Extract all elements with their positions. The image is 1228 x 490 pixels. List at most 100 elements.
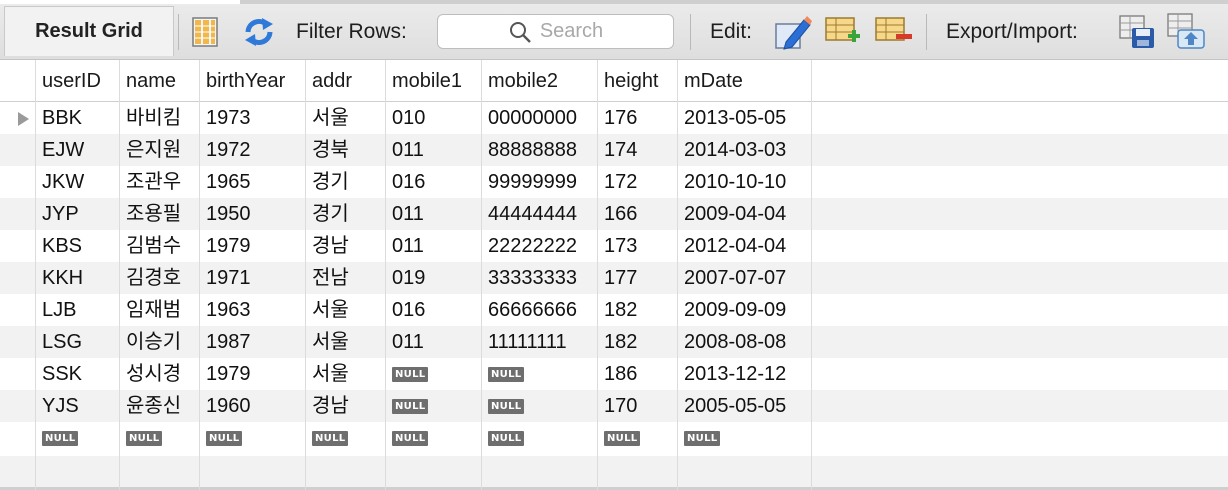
table-cell-addr[interactable]: 서울	[312, 102, 349, 134]
table-cell-birthYear[interactable]: 1972	[206, 134, 251, 166]
table-cell-name[interactable]: 김경호	[126, 262, 181, 294]
table-cell-height[interactable]: 177	[604, 262, 637, 294]
table-cell-mobile2[interactable]: 00000000	[488, 102, 577, 134]
column-header-addr[interactable]: addr	[312, 60, 352, 102]
table-cell-mDate[interactable]: 2010-10-10	[684, 166, 786, 198]
table-cell-birthYear[interactable]: 1963	[206, 294, 251, 326]
table-cell-birthYear[interactable]: 1965	[206, 166, 251, 198]
table-cell-userID[interactable]: LJB	[42, 294, 76, 326]
table-cell-addr[interactable]: 서울	[312, 326, 349, 358]
table-cell-addr[interactable]: 서울	[312, 358, 349, 390]
table-cell-addr[interactable]: 경북	[312, 134, 349, 166]
delete-row-icon[interactable]	[874, 16, 914, 48]
table-cell-userID[interactable]: LSG	[42, 326, 82, 358]
table-cell-mDate[interactable]: 2008-08-08	[684, 326, 786, 358]
table-cell-birthYear[interactable]: 1979	[206, 230, 251, 262]
null-cell[interactable]: NULL	[488, 422, 525, 454]
table-cell-mDate[interactable]: 2007-07-07	[684, 262, 786, 294]
null-cell[interactable]: NULL	[126, 422, 163, 454]
table-cell-mobile2[interactable]: 33333333	[488, 262, 577, 294]
table-cell-mobile2[interactable]: 88888888	[488, 134, 577, 166]
table-cell-name[interactable]: 조용필	[126, 198, 181, 230]
table-row[interactable]: YJS 윤종신 1960 경남 NULL NULL 170 2005-05-05	[0, 390, 1228, 422]
table-cell-mobile2[interactable]: 22222222	[488, 230, 577, 262]
table-cell-name[interactable]: 조관우	[126, 166, 181, 198]
table-cell-userID[interactable]: SSK	[42, 358, 82, 390]
table-cell-birthYear[interactable]: 1973	[206, 102, 251, 134]
table-cell-mDate[interactable]: 2013-05-05	[684, 102, 786, 134]
table-cell-name[interactable]: 이승기	[126, 326, 181, 358]
null-cell[interactable]: NULL	[392, 390, 429, 422]
empty-row[interactable]	[0, 456, 1228, 490]
table-cell-userID[interactable]: JKW	[42, 166, 84, 198]
table-cell-height[interactable]: 172	[604, 166, 637, 198]
import-icon[interactable]	[1166, 12, 1206, 50]
table-cell-name[interactable]: 김범수	[126, 230, 181, 262]
table-cell-mobile2[interactable]: 99999999	[488, 166, 577, 198]
edit-cell-icon[interactable]	[774, 14, 812, 50]
table-cell-addr[interactable]: 경기	[312, 166, 349, 198]
table-cell-height[interactable]: 170	[604, 390, 637, 422]
table-row[interactable]: LSG 이승기 1987 서울 011 11111111 182 2008-08-08	[0, 326, 1228, 358]
null-cell[interactable]: NULL	[392, 422, 429, 454]
table-cell-userID[interactable]: EJW	[42, 134, 84, 166]
table-cell-mDate[interactable]: 2009-04-04	[684, 198, 786, 230]
table-cell-mobile1[interactable]: 011	[392, 230, 424, 262]
table-cell-userID[interactable]: JYP	[42, 198, 79, 230]
table-cell-addr[interactable]: 경기	[312, 198, 349, 230]
table-cell-mDate[interactable]: 2013-12-12	[684, 358, 786, 390]
null-cell[interactable]: NULL	[684, 422, 721, 454]
table-cell-mobile1[interactable]: 016	[392, 294, 425, 326]
table-cell-userID[interactable]: BBK	[42, 102, 82, 134]
table-cell-addr[interactable]: 경남	[312, 230, 349, 262]
table-cell-birthYear[interactable]: 1971	[206, 262, 251, 294]
table-row[interactable]: KKH 김경호 1971 전남 019 33333333 177 2007-07-07	[0, 262, 1228, 294]
table-cell-height[interactable]: 173	[604, 230, 637, 262]
column-header-mDate[interactable]: mDate	[684, 60, 743, 102]
null-cell[interactable]: NULL	[312, 422, 349, 454]
table-cell-birthYear[interactable]: 1979	[206, 358, 251, 390]
table-row[interactable]: LJB 임재범 1963 서울 016 66666666 182 2009-09-09	[0, 294, 1228, 326]
table-cell-userID[interactable]: KKH	[42, 262, 83, 294]
column-header-userID[interactable]: userID	[42, 60, 101, 102]
table-row[interactable]: KBS 김범수 1979 경남 011 22222222 173 2012-04-04	[0, 230, 1228, 262]
table-cell-height[interactable]: 174	[604, 134, 637, 166]
refresh-icon[interactable]	[242, 16, 276, 48]
table-cell-mobile2[interactable]: 11111111	[488, 326, 567, 358]
null-cell[interactable]: NULL	[604, 422, 641, 454]
table-row[interactable]: NULL NULL NULL NULL NULL NULL NULL NULL	[0, 422, 1228, 454]
column-header-name[interactable]: name	[126, 60, 176, 102]
table-cell-height[interactable]: 176	[604, 102, 637, 134]
table-cell-birthYear[interactable]: 1987	[206, 326, 251, 358]
table-cell-mobile1[interactable]: 010	[392, 102, 425, 134]
table-cell-mDate[interactable]: 2014-03-03	[684, 134, 786, 166]
table-cell-mDate[interactable]: 2012-04-04	[684, 230, 786, 262]
table-cell-mobile1[interactable]: 011	[392, 134, 424, 166]
table-cell-name[interactable]: 윤종신	[126, 390, 181, 422]
null-cell[interactable]: NULL	[206, 422, 243, 454]
table-cell-height[interactable]: 182	[604, 294, 637, 326]
table-cell-birthYear[interactable]: 1950	[206, 198, 251, 230]
table-cell-addr[interactable]: 전남	[312, 262, 349, 294]
table-row[interactable]: BBK 바비킴 1973 서울 010 00000000 176 2013-05-05	[0, 102, 1228, 134]
result-grid-tab[interactable]: Result Grid	[4, 6, 174, 56]
table-cell-mobile1[interactable]: 016	[392, 166, 425, 198]
table-cell-mobile1[interactable]: 011	[392, 198, 424, 230]
add-row-icon[interactable]	[824, 16, 862, 48]
grid-layout-icon[interactable]	[192, 17, 218, 47]
table-row[interactable]: JYP 조용필 1950 경기 011 44444444 166 2009-04-04	[0, 198, 1228, 230]
table-cell-name[interactable]: 바비킴	[126, 102, 181, 134]
null-cell[interactable]: NULL	[488, 358, 525, 390]
column-header-mobile2[interactable]: mobile2	[488, 60, 558, 102]
table-cell-mDate[interactable]: 2005-05-05	[684, 390, 786, 422]
null-cell[interactable]: NULL	[488, 390, 525, 422]
table-cell-addr[interactable]: 서울	[312, 294, 349, 326]
table-cell-mobile2[interactable]: 66666666	[488, 294, 577, 326]
table-cell-mobile2[interactable]: 44444444	[488, 198, 577, 230]
table-cell-height[interactable]: 186	[604, 358, 637, 390]
search-input[interactable]: Search	[437, 14, 674, 49]
column-header-mobile1[interactable]: mobile1	[392, 60, 462, 102]
table-cell-mobile1[interactable]: 011	[392, 326, 424, 358]
table-cell-name[interactable]: 은지원	[126, 134, 181, 166]
export-icon[interactable]	[1118, 14, 1156, 50]
